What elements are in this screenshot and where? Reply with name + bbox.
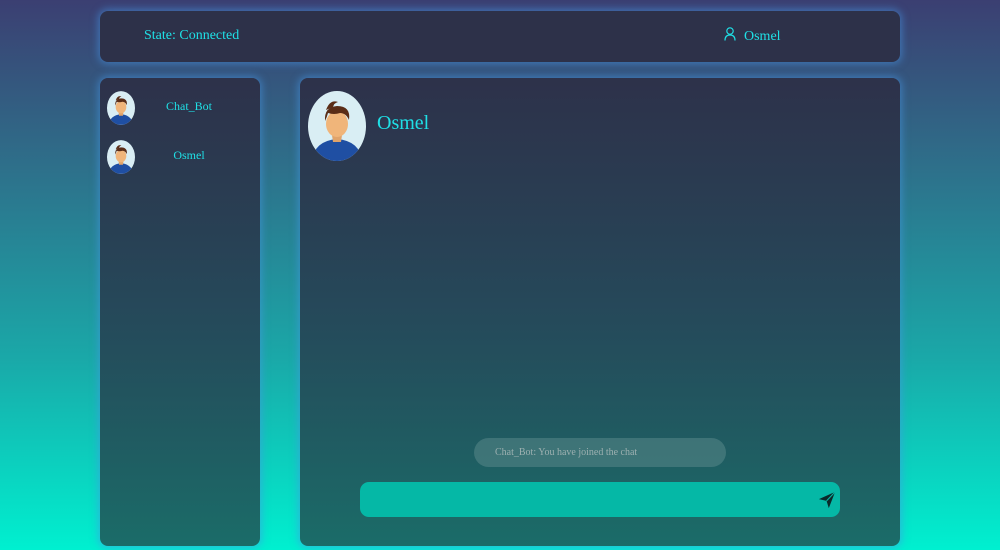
send-icon[interactable]: [818, 491, 836, 509]
user-icon: [724, 27, 736, 41]
message-bubble: Chat_Bot: You have joined the chat: [474, 438, 726, 467]
message-input-bar: [360, 482, 840, 519]
connection-state: State: Connected: [144, 28, 240, 43]
message-input[interactable]: [372, 482, 806, 519]
contacts-sidebar: Chat_Bot Osmel: [100, 78, 260, 546]
contact-osmel[interactable]: Osmel: [107, 140, 257, 174]
header-bar: State: Connected Osmel: [100, 11, 900, 62]
message-text: Chat_Bot: You have joined the chat: [495, 447, 638, 458]
chat-panel: Osmel Chat_Bot: You have joined the chat: [300, 78, 900, 546]
avatar-icon: [107, 140, 135, 174]
avatar-icon: [107, 91, 135, 125]
chat-title: Osmel: [377, 112, 430, 134]
contact-name: Chat_Bot: [165, 99, 212, 113]
avatar-icon: [308, 91, 366, 161]
contact-name: Osmel: [173, 148, 205, 162]
current-username: Osmel: [744, 29, 781, 44]
contact-chat-bot[interactable]: Chat_Bot: [107, 91, 257, 125]
